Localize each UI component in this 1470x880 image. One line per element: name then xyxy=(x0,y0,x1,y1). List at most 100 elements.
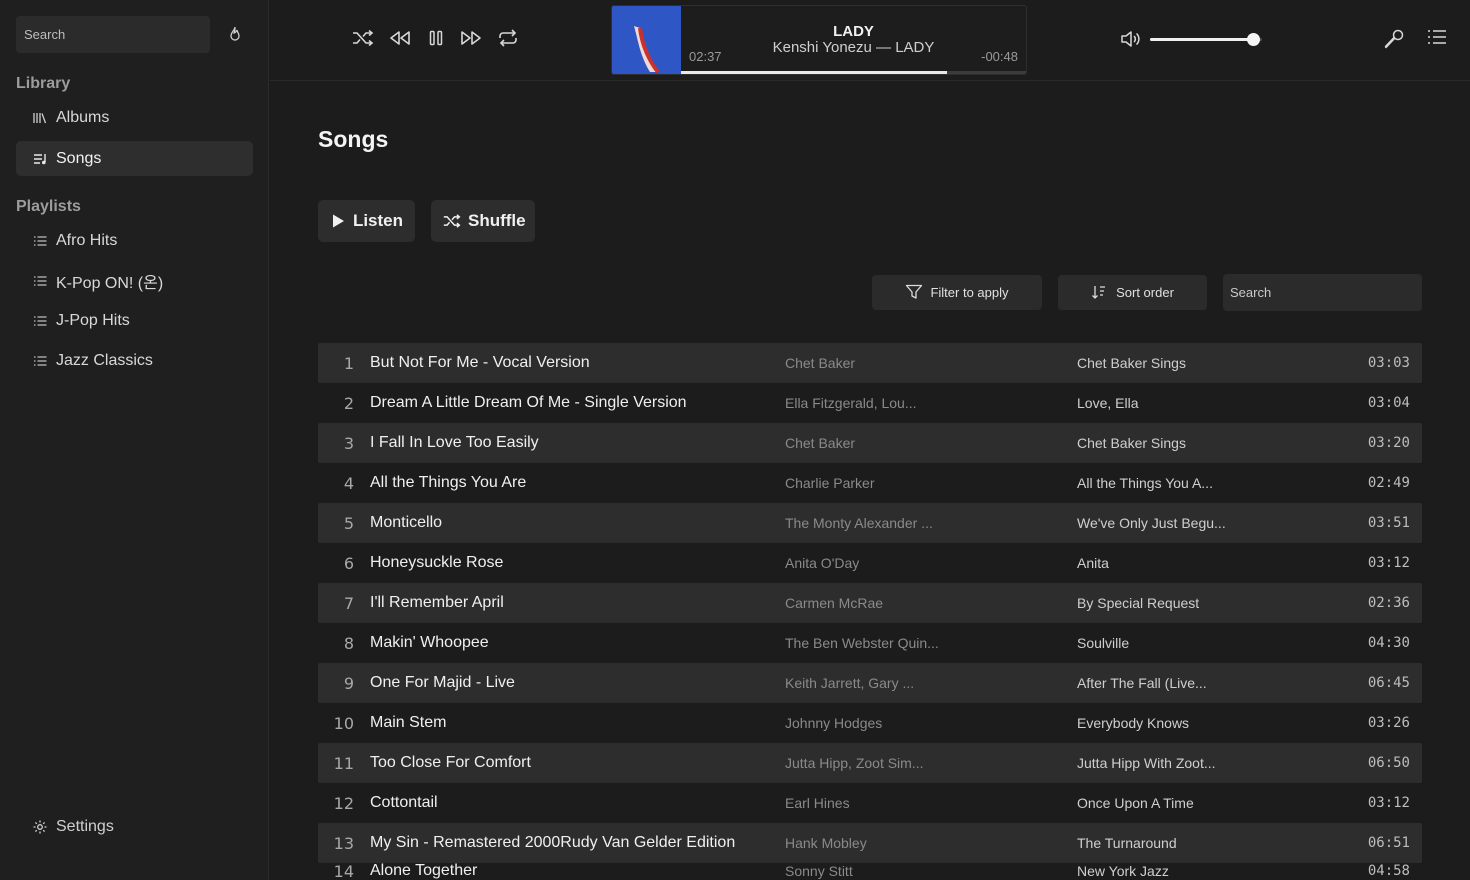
filter-icon xyxy=(905,284,923,302)
song-duration: 03:03 xyxy=(1367,355,1410,371)
song-album: Love, Ella xyxy=(1077,395,1139,411)
song-artist: Jutta Hipp, Zoot Sim... xyxy=(785,755,924,771)
song-album: Chet Baker Sings xyxy=(1077,435,1186,451)
gear-icon xyxy=(32,819,48,835)
song-duration: 04:30 xyxy=(1367,635,1410,651)
shuffle-icon[interactable] xyxy=(352,27,374,49)
play-icon xyxy=(330,212,346,230)
list-icon xyxy=(32,273,48,289)
song-album: All the Things You A... xyxy=(1077,475,1213,491)
sidebar-item-playlist[interactable]: Afro Hits xyxy=(16,223,253,258)
song-artist: Chet Baker xyxy=(785,355,856,371)
fast-forward-icon[interactable] xyxy=(460,27,482,49)
track-number: 8 xyxy=(343,633,354,653)
rewind-icon[interactable] xyxy=(389,27,411,49)
sidebar-item-playlist[interactable]: K-Pop ON! (온) xyxy=(16,263,253,298)
table-row-partial[interactable]: 14 Alone Together Sonny Stitt New York Jazz… xyxy=(318,863,1422,880)
sidebar-item-albums[interactable]: Albums xyxy=(16,100,253,135)
flame-icon[interactable] xyxy=(226,25,244,43)
song-duration: 06:50 xyxy=(1367,755,1410,771)
table-row[interactable]: 11 Too Close For Comfort Jutta Hipp, Zoot … xyxy=(318,743,1422,783)
track-number: 3 xyxy=(343,433,354,453)
volume-knob[interactable] xyxy=(1247,33,1261,46)
track-number: 11 xyxy=(333,753,354,773)
volume-fill xyxy=(1150,38,1254,41)
settings-label: Settings xyxy=(56,818,114,835)
song-duration: 03:04 xyxy=(1367,395,1410,411)
pause-icon[interactable] xyxy=(425,27,447,49)
track-number: 10 xyxy=(333,713,354,733)
table-row[interactable]: 7 I'll Remember April Carmen McRae By Speci… xyxy=(318,583,1422,623)
sidebar-item-playlist[interactable]: J-Pop Hits xyxy=(16,303,253,338)
volume-icon[interactable] xyxy=(1120,29,1142,49)
song-duration: 03:20 xyxy=(1367,435,1410,451)
track-number: 7 xyxy=(343,593,354,613)
song-title: Makin' Whoopee xyxy=(370,634,489,651)
table-row[interactable]: 1 But Not For Me - Vocal Version Chet Bake… xyxy=(318,343,1422,383)
table-row[interactable]: 5 Monticello The Monty Alexander ... We've … xyxy=(318,503,1422,543)
settings-button[interactable]: Settings xyxy=(32,818,114,836)
song-artist: Carmen McRae xyxy=(785,595,884,611)
repeat-icon[interactable] xyxy=(497,27,519,49)
table-row[interactable]: 3 I Fall In Love Too Easily Chet Baker Chet… xyxy=(318,423,1422,463)
songs-search-input[interactable] xyxy=(1223,274,1422,311)
song-title: Too Close For Comfort xyxy=(370,754,531,771)
song-duration: 06:51 xyxy=(1367,835,1410,851)
table-row[interactable]: 9 One For Majid - Live Keith Jarrett, Gary… xyxy=(318,663,1422,703)
remaining-time: -00:48 xyxy=(981,49,1018,64)
list-icon xyxy=(32,233,48,249)
sidebar-item-label: Afro Hits xyxy=(56,231,118,249)
song-title: One For Majid - Live xyxy=(370,674,515,691)
list-icon xyxy=(32,313,48,329)
shuffle-button[interactable]: Shuffle xyxy=(431,200,535,242)
track-number: 6 xyxy=(343,553,354,573)
table-row[interactable]: 12 Cottontail Earl Hines Once Upon A Time 03… xyxy=(318,783,1422,823)
song-album: We've Only Just Begu... xyxy=(1077,515,1226,531)
table-row[interactable]: 4 All the Things You Are Charlie Parker All… xyxy=(318,463,1422,503)
sidebar-search-input[interactable] xyxy=(16,16,210,53)
song-duration: 02:49 xyxy=(1367,475,1410,491)
sidebar-item-songs[interactable]: Songs xyxy=(16,141,253,176)
table-row[interactable]: 6 Honeysuckle Rose Anita O'Day Anita 03:12 xyxy=(318,543,1422,583)
volume-slider[interactable] xyxy=(1150,33,1262,46)
listen-button[interactable]: Listen xyxy=(318,200,415,242)
songs-icon xyxy=(32,151,48,167)
table-row[interactable]: 8 Makin' Whoopee The Ben Webster Quin... So… xyxy=(318,623,1422,663)
track-number: 2 xyxy=(343,393,354,413)
song-album: Jutta Hipp With Zoot... xyxy=(1077,755,1216,771)
sidebar-item-playlist[interactable]: Jazz Classics xyxy=(16,343,253,378)
shuffle-icon xyxy=(443,212,461,230)
song-artist: The Monty Alexander ... xyxy=(785,515,933,531)
song-duration: 04:58 xyxy=(1367,863,1410,879)
now-playing-panel[interactable]: LADY Kenshi Yonezu — LADY 02:37 -00:48 xyxy=(611,5,1027,75)
library-heading: Library xyxy=(16,75,71,92)
queue-list-icon[interactable] xyxy=(1427,29,1447,49)
song-artist: Sonny Stitt xyxy=(785,863,853,879)
sidebar-item-label: Albums xyxy=(56,108,110,126)
track-number: 5 xyxy=(343,513,354,533)
song-artist: The Ben Webster Quin... xyxy=(785,635,939,651)
song-album: After The Fall (Live... xyxy=(1077,675,1207,691)
filter-button[interactable]: Filter to apply xyxy=(872,275,1042,310)
list-icon xyxy=(32,353,48,369)
song-album: New York Jazz xyxy=(1077,863,1169,879)
progress-fill xyxy=(681,71,947,74)
track-number: 4 xyxy=(343,473,354,493)
table-row[interactable]: 13 My Sin - Remastered 2000Rudy Van Gelde… xyxy=(318,823,1422,863)
library-icon xyxy=(32,110,48,126)
sort-label: Sort order xyxy=(1116,285,1174,300)
song-title: Cottontail xyxy=(370,794,438,811)
track-title: LADY xyxy=(833,23,874,40)
sort-button[interactable]: Sort order xyxy=(1058,275,1207,310)
song-album: Everybody Knows xyxy=(1077,715,1190,731)
progress-bar[interactable] xyxy=(681,71,1026,74)
track-number: 1 xyxy=(343,353,354,373)
table-row[interactable]: 10 Main Stem Johnny Hodges Everybody Knows 0… xyxy=(318,703,1422,743)
song-album: Once Upon A Time xyxy=(1077,795,1194,811)
filter-label: Filter to apply xyxy=(930,285,1009,300)
song-artist: Ella Fitzgerald, Lou... xyxy=(785,395,917,411)
song-artist: Charlie Parker xyxy=(785,475,875,491)
song-duration: 03:26 xyxy=(1367,715,1410,731)
microphone-icon[interactable] xyxy=(1383,28,1405,50)
table-row[interactable]: 2 Dream A Little Dream Of Me - Single Ver… xyxy=(318,383,1422,423)
